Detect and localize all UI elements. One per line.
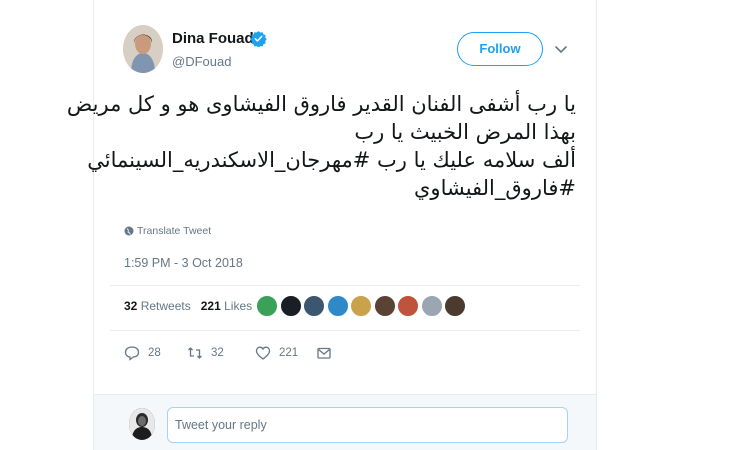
user-avatar[interactable]	[129, 408, 155, 440]
tweet-stats: 32 Retweets 221 Likes	[124, 299, 252, 313]
direct-message-action[interactable]	[316, 344, 340, 362]
liker-avatar-6[interactable]	[373, 295, 396, 317]
reply-icon	[124, 346, 140, 361]
liker-avatar-2[interactable]	[279, 295, 302, 317]
divider	[110, 285, 580, 286]
reply-input[interactable]: Tweet your reply	[167, 407, 568, 443]
follow-button[interactable]: Follow	[457, 32, 543, 66]
liker-avatar-4[interactable]	[326, 295, 349, 317]
like-count: 221	[279, 347, 299, 359]
heart-icon	[255, 346, 271, 360]
translate-label: Translate Tweet	[137, 225, 212, 237]
reply-action[interactable]: 28	[124, 344, 161, 362]
liker-avatar-5[interactable]	[350, 295, 372, 317]
retweet-icon	[188, 347, 202, 359]
author-avatar[interactable]	[123, 25, 163, 73]
tweet-line: بهذا المرض الخبيث يا رب	[354, 120, 576, 144]
likes-stat[interactable]: 221 Likes	[201, 299, 252, 313]
liker-avatar-9[interactable]	[444, 295, 466, 317]
like-action[interactable]: 221	[255, 344, 298, 362]
tweet-text: يا رب أشفى الفنان القدير فاروق الفيشاوى …	[66, 90, 576, 202]
chevron-down-icon[interactable]	[554, 42, 568, 56]
tweet-line: يا رب أشفى الفنان القدير فاروق الفيشاوى …	[66, 92, 576, 116]
verified-badge-icon	[250, 31, 267, 47]
tweet-hashtag-line[interactable]: #فاروق_الفيشاوي	[104, 174, 576, 202]
liker-avatar-7[interactable]	[397, 295, 419, 317]
liker-avatar-3[interactable]	[303, 295, 325, 317]
retweets-stat[interactable]: 32 Retweets	[124, 299, 191, 313]
reply-count: 28	[148, 347, 161, 359]
liker-avatar-1[interactable]	[256, 295, 278, 317]
author-name[interactable]: Dina Fouad	[172, 30, 254, 47]
liker-avatar-8[interactable]	[420, 295, 443, 317]
retweet-count: 32	[211, 347, 224, 359]
author-handle[interactable]: @DFouad	[172, 54, 231, 69]
translate-tweet-link[interactable]: Translate Tweet	[124, 225, 211, 237]
divider	[110, 330, 580, 331]
retweet-action[interactable]: 32	[187, 344, 224, 362]
tweet-line: ألف سلامه عليك يا رب #مهرجان_الاسكندريه_…	[87, 148, 576, 172]
tweet-timestamp[interactable]: 1:59 PM - 3 Oct 2018	[124, 256, 243, 270]
globe-icon	[124, 226, 134, 236]
envelope-icon	[317, 347, 331, 359]
